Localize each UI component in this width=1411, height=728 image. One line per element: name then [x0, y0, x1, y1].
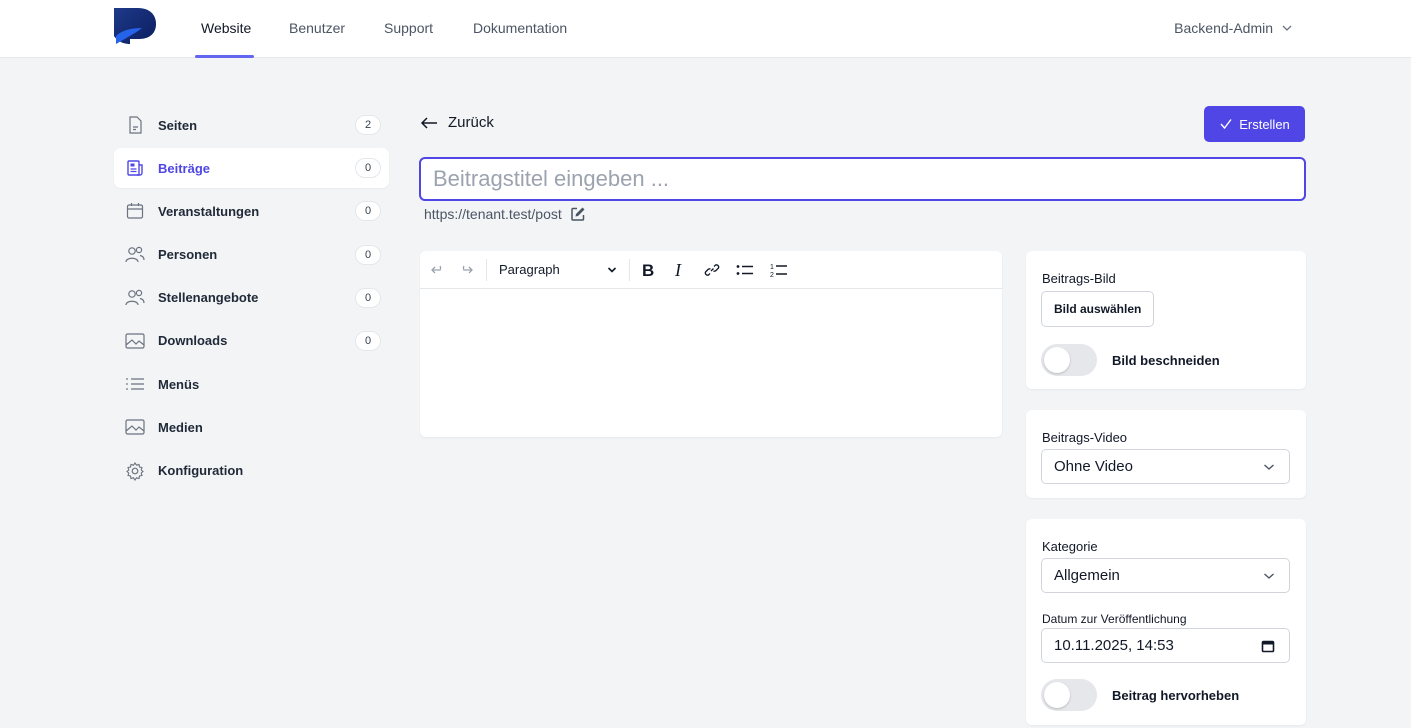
- block-type-label: Paragraph: [499, 262, 560, 277]
- chevron-down-icon: [1264, 463, 1274, 470]
- image-icon: [124, 330, 146, 352]
- svg-text:1: 1: [770, 264, 774, 271]
- count-badge: 0: [355, 244, 381, 265]
- post-url-text: https://tenant.test/post: [424, 206, 562, 222]
- calendar-icon[interactable]: [1261, 639, 1275, 653]
- active-tab-indicator: [195, 55, 254, 58]
- sidebar-item-label: Downloads: [158, 333, 228, 349]
- publish-date-value: 10.11.2025, 14:53: [1054, 637, 1174, 654]
- sidebar-item-label: Stellenangebote: [158, 290, 259, 306]
- create-button[interactable]: Erstellen: [1204, 106, 1305, 142]
- svg-text:2: 2: [770, 272, 774, 278]
- user-menu[interactable]: Backend-Admin: [1174, 20, 1293, 36]
- publish-date-input[interactable]: 10.11.2025, 14:53: [1041, 628, 1290, 663]
- gear-icon: [124, 460, 146, 482]
- video-select-value: Ohne Video: [1054, 458, 1133, 475]
- link-icon[interactable]: [704, 258, 720, 282]
- chevron-down-icon: [1264, 572, 1274, 579]
- chevron-down-icon: [607, 266, 617, 273]
- sidebar-item-label: Beiträge: [158, 160, 211, 176]
- image-card: Beitrags-Bild Bild auswählen Bild beschn…: [1026, 251, 1306, 389]
- sidebar-item-label: Medien: [158, 419, 203, 435]
- back-link[interactable]: Zurück: [420, 114, 494, 131]
- back-label: Zurück: [448, 114, 494, 131]
- highlight-post-toggle[interactable]: [1041, 679, 1097, 711]
- redo-icon[interactable]: [458, 258, 474, 282]
- count-badge: 0: [355, 287, 381, 308]
- nav-tab-website[interactable]: Website: [201, 20, 251, 58]
- rich-text-editor: Paragraph B I 12: [420, 251, 1002, 437]
- edit-icon[interactable]: [570, 206, 586, 222]
- sidebar-item-label: Personen: [158, 247, 218, 263]
- crop-image-label: Bild beschneiden: [1112, 353, 1220, 368]
- sidebar-item-veranstaltungen[interactable]: Veranstaltungen 0: [114, 191, 389, 231]
- editor-toolbar: Paragraph B I 12: [420, 251, 1002, 289]
- sidebar-item-konfiguration[interactable]: Konfiguration: [114, 451, 389, 491]
- undo-icon[interactable]: [430, 258, 446, 282]
- create-label: Erstellen: [1239, 116, 1290, 132]
- sidebar-item-seiten[interactable]: Seiten 2: [114, 105, 389, 145]
- svg-text:I: I: [674, 262, 682, 278]
- video-card-label: Beitrags-Video: [1042, 430, 1128, 445]
- brand-logo[interactable]: [112, 6, 158, 46]
- bold-icon[interactable]: B: [642, 258, 656, 282]
- sidebar: Seiten 2 Beiträge 0 Veranstaltungen 0 Pe…: [114, 105, 389, 494]
- newspaper-icon: [124, 157, 146, 179]
- count-badge: 0: [355, 158, 381, 179]
- category-select[interactable]: Allgemein: [1041, 558, 1290, 593]
- nav-tab-benutzer[interactable]: Benutzer: [289, 20, 345, 58]
- sidebar-item-label: Menüs: [158, 376, 200, 392]
- list-icon: [124, 373, 146, 395]
- sidebar-item-stellenangebote[interactable]: Stellenangebote 0: [114, 278, 389, 318]
- sidebar-item-medien[interactable]: Medien: [114, 407, 389, 447]
- count-badge: 0: [355, 201, 381, 222]
- category-label: Kategorie: [1042, 539, 1098, 554]
- count-badge: 0: [355, 330, 381, 351]
- sidebar-item-label: Konfiguration: [158, 463, 244, 478]
- toggle-knob: [1044, 682, 1070, 708]
- image-icon: [124, 416, 146, 438]
- post-url: https://tenant.test/post: [424, 206, 586, 222]
- crop-image-toggle[interactable]: [1041, 344, 1097, 376]
- post-title-input[interactable]: [419, 157, 1306, 201]
- calendar-icon: [124, 200, 146, 222]
- numbered-list-icon[interactable]: 12: [770, 258, 788, 282]
- document-icon: [124, 114, 146, 136]
- toolbar-divider: [486, 258, 487, 281]
- users-icon: [124, 287, 146, 309]
- sidebar-item-personen[interactable]: Personen 0: [114, 235, 389, 275]
- toolbar-divider: [629, 258, 630, 281]
- sidebar-item-menues[interactable]: Menüs: [114, 364, 389, 404]
- svg-text:B: B: [642, 262, 654, 278]
- nav-tab-support[interactable]: Support: [384, 20, 433, 58]
- nav-tab-dokumentation[interactable]: Dokumentation: [473, 20, 567, 58]
- select-image-button[interactable]: Bild auswählen: [1041, 291, 1155, 327]
- sidebar-item-label: Veranstaltungen: [158, 203, 260, 219]
- arrow-left-icon: [420, 116, 437, 129]
- highlight-post-label: Beitrag hervorheben: [1112, 688, 1240, 703]
- chevron-down-icon: [1282, 25, 1292, 31]
- sidebar-item-downloads[interactable]: Downloads 0: [114, 321, 389, 361]
- block-type-select[interactable]: Paragraph: [499, 262, 617, 277]
- check-icon: [1220, 119, 1232, 130]
- category-select-value: Allgemein: [1054, 567, 1120, 584]
- sidebar-item-beitraege[interactable]: Beiträge 0: [114, 148, 389, 189]
- toggle-knob: [1044, 347, 1070, 373]
- video-select[interactable]: Ohne Video: [1041, 449, 1290, 484]
- category-card: Kategorie Allgemein Datum zur Veröffentl…: [1026, 519, 1306, 725]
- editor-content-area[interactable]: [420, 289, 1002, 436]
- video-card: Beitrags-Video Ohne Video: [1026, 410, 1306, 498]
- publish-date-label: Datum zur Veröffentlichung: [1042, 612, 1187, 626]
- italic-icon[interactable]: I: [674, 258, 686, 282]
- sidebar-item-label: Seiten: [158, 117, 198, 133]
- image-card-label: Beitrags-Bild: [1042, 271, 1116, 286]
- top-navigation-bar: Website Benutzer Support Dokumentation B…: [0, 0, 1411, 58]
- count-badge: 2: [355, 115, 381, 135]
- bullet-list-icon[interactable]: [736, 258, 754, 282]
- user-name: Backend-Admin: [1174, 20, 1273, 36]
- users-icon: [124, 244, 146, 266]
